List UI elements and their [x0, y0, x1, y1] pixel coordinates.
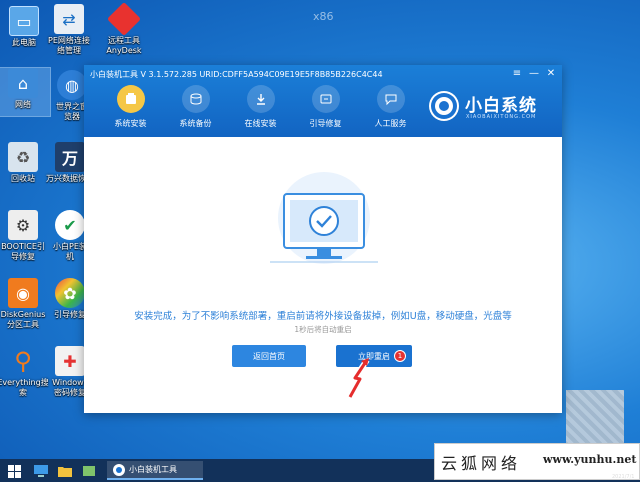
window-title: 小白装机工具 V 3.1.572.285 URID:CDFF5A594C09E1…	[90, 70, 383, 79]
back-to-home-button[interactable]: 返回首页	[232, 345, 306, 367]
desktop-icon-pe-network[interactable]: ⇄ PE网络连接 络管理	[42, 4, 96, 56]
button-label: 返回首页	[253, 351, 285, 361]
network-shortcut-icon	[83, 466, 95, 476]
online-install-icon	[246, 85, 275, 113]
tab-system-install[interactable]: 系统安装	[98, 85, 163, 135]
tab-label: 系统安装	[114, 119, 147, 128]
taskbar-network-tool[interactable]	[80, 462, 98, 480]
close-button[interactable]: ✕	[544, 68, 558, 80]
tab-label: 引导修复	[309, 119, 342, 128]
window-header: 小白装机工具 V 3.1.572.285 URID:CDFF5A594C09E1…	[84, 65, 562, 137]
brand-subtitle: XIAOBAIXITONG.COM	[466, 114, 537, 120]
install-complete-illustration	[270, 172, 378, 264]
network-icon: ⌂	[8, 68, 38, 98]
start-button[interactable]	[6, 462, 22, 480]
desktop-icon-label: 网络	[15, 100, 31, 109]
anydesk-icon	[107, 2, 141, 36]
taskbar-app-xiaobai[interactable]: 小白装机工具	[107, 461, 203, 480]
tab-label: 在线安装	[244, 119, 277, 128]
password-repair-icon: ✚	[55, 346, 85, 376]
system-backup-icon	[181, 85, 210, 113]
desktop-icon	[34, 465, 48, 477]
diskgenius-icon: ◉	[8, 278, 38, 308]
tab-label: 系统备份	[179, 119, 212, 128]
boot-repair-icon	[311, 85, 340, 113]
tab-boot-repair[interactable]: 引导修复	[293, 85, 358, 135]
desktop-icon-network[interactable]: ⌂ 网络	[0, 67, 51, 117]
manual-service-icon	[376, 85, 405, 113]
bootice-icon: ⚙	[8, 210, 38, 240]
minimize-button[interactable]: —	[527, 68, 541, 80]
everything-search-icon: ⚲	[14, 347, 32, 375]
site-watermark-cn: 云狐网络	[441, 454, 522, 473]
desktop-icon-label: 远程工具 AnyDesk	[106, 36, 142, 55]
brand: 小白系统 XIAOBAIXITONG.COM	[429, 89, 559, 129]
install-complete-message: 安装完成，为了不影响系统部署，重启前请将外接设备拔掉，例如U盘，移动硬盘，光盘等	[134, 311, 512, 322]
system-install-icon	[116, 85, 145, 113]
desktop-watermark: x86	[313, 10, 334, 23]
main-tabs: 系统安装 系统备份 在线安装 引导修复 人工服务	[98, 85, 423, 135]
windows-logo-icon	[7, 464, 21, 478]
recycle-bin-icon: ♻	[8, 142, 38, 172]
data-recovery-icon: 万	[55, 142, 85, 172]
xiaobai-installer-window: 小白装机工具 V 3.1.572.285 URID:CDFF5A594C09E1…	[84, 65, 562, 413]
menu-button[interactable]: ≡	[510, 68, 524, 80]
desktop-icon-label: PE网络连接 络管理	[48, 36, 90, 55]
xiaobai-logo-icon	[429, 91, 459, 121]
site-watermark-url: www.yunhu.net	[543, 453, 637, 466]
auto-restart-countdown: 1秒后将自动重启	[294, 325, 352, 334]
site-watermark: 云狐网络 www.yunhu.net	[434, 443, 640, 480]
taskbar-file-explorer[interactable]	[56, 462, 74, 480]
taskbar-clock: 2021/7/1	[612, 474, 635, 480]
tab-system-backup[interactable]: 系统备份	[163, 85, 228, 135]
tab-label: 人工服务	[374, 119, 407, 128]
computer-icon: ▭	[9, 6, 39, 36]
tab-online-install[interactable]: 在线安装	[228, 85, 293, 135]
brand-title: 小白系统	[465, 96, 537, 116]
taskbar-desktop-button[interactable]	[32, 462, 50, 480]
desktop-icon-anydesk[interactable]: 远程工具 AnyDesk	[97, 2, 151, 56]
xiaobai-logo-icon	[113, 463, 125, 476]
step-badge: 1	[394, 350, 406, 362]
folder-icon	[58, 467, 72, 477]
network-shortcut-icon: ⇄	[54, 4, 84, 34]
xiaobai-pe-icon: ✔	[55, 210, 85, 240]
taskbar-app-label: 小白装机工具	[129, 465, 177, 474]
boot-repair-icon: ✿	[55, 278, 85, 308]
browser-icon: ◍	[57, 70, 87, 100]
tab-manual-service[interactable]: 人工服务	[358, 85, 423, 135]
red-arrow-icon	[347, 358, 370, 399]
